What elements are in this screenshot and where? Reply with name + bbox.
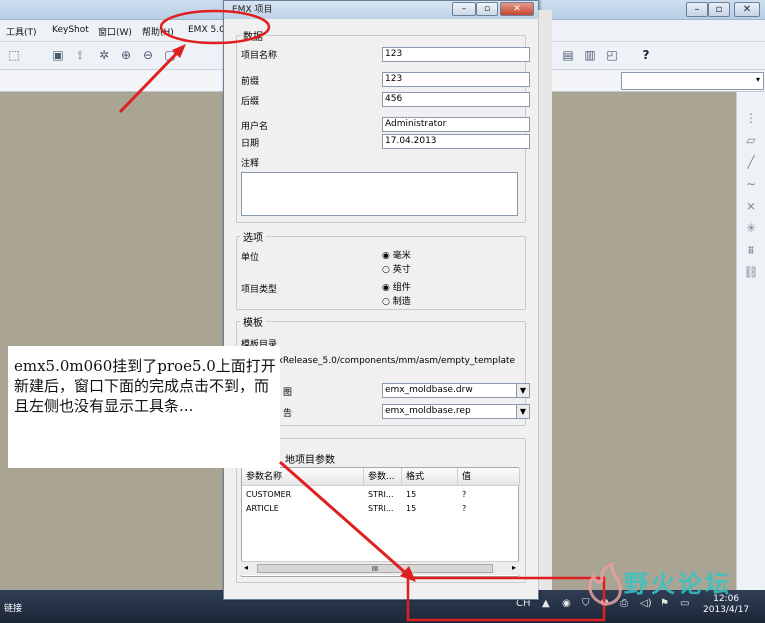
param-type-cell: STRI... bbox=[368, 504, 394, 513]
radio-checked-icon: ◉ bbox=[382, 251, 393, 261]
security-icon[interactable]: ◉ bbox=[562, 598, 571, 609]
dialog-close-button[interactable]: ✕ bbox=[500, 2, 534, 16]
layer-icon[interactable]: ▤ bbox=[560, 47, 576, 63]
close-button[interactable]: ✕ bbox=[734, 2, 760, 17]
suffix-field[interactable]: 456 bbox=[382, 92, 530, 107]
annotation-note: emx5.0m060挂到了proe5.0上面打开新建后，窗口下面的完成点击不到，… bbox=[8, 346, 280, 468]
template-group-label: 模板 bbox=[240, 314, 266, 329]
saved-view-icon[interactable]: ◰ bbox=[604, 47, 620, 63]
column-header[interactable]: 参数名称 bbox=[242, 468, 364, 486]
watermark: 野火论坛 bbox=[580, 556, 760, 616]
type-manufacturing-radio[interactable]: ○ 制造 bbox=[382, 294, 411, 307]
datum-axis-icon[interactable]: ╱ bbox=[743, 154, 759, 170]
radio-unchecked-icon: ○ bbox=[382, 297, 393, 307]
zoom-out-icon[interactable]: ⊖ bbox=[140, 47, 156, 63]
radio-unchecked-icon: ○ bbox=[382, 265, 393, 275]
minimize-button[interactable]: – bbox=[686, 2, 708, 17]
dialog-maximize-button[interactable]: ▫ bbox=[476, 2, 498, 16]
datum-curve-icon[interactable]: ∼ bbox=[743, 176, 759, 192]
flame-logo-icon bbox=[588, 561, 622, 606]
datum-plane-icon[interactable]: ▱ bbox=[743, 132, 759, 148]
param-format-cell: 15 bbox=[406, 490, 417, 499]
project-name-field[interactable]: 123 bbox=[382, 47, 530, 62]
options-group: 选项 单位 ◉ 毫米 ○ 英寸 项目类型 ◉ 组件 ○ 制造 bbox=[236, 229, 526, 310]
analysis-icon[interactable]: ⩩ bbox=[743, 242, 759, 258]
column-header[interactable]: 格式 bbox=[402, 468, 458, 486]
filter-dropdown[interactable]: ▾ bbox=[621, 72, 764, 90]
menu-window[interactable]: 窗口(W) bbox=[98, 25, 132, 38]
view-manager-icon[interactable]: ▥ bbox=[582, 47, 598, 63]
prefix-label: 前缀 bbox=[241, 77, 260, 87]
chevron-down-icon: ▼ bbox=[516, 384, 529, 397]
comment-textarea[interactable] bbox=[241, 172, 518, 216]
scroll-right-icon[interactable]: ▸ bbox=[512, 563, 516, 572]
project-name-label: 项目名称 bbox=[241, 51, 278, 61]
select-box-icon[interactable]: ⬚ bbox=[6, 47, 22, 63]
data-group: 数据 项目名称 123 前缀 123 后缀 456 用户名 Administra… bbox=[236, 28, 530, 223]
unit-label: 单位 bbox=[241, 253, 260, 263]
report-template-label: 告 bbox=[283, 409, 293, 419]
scroll-thumb[interactable]: III bbox=[257, 564, 493, 573]
sketch-icon[interactable]: ▣ bbox=[50, 47, 66, 63]
unit-mm-radio[interactable]: ◉ 毫米 bbox=[382, 248, 411, 261]
local-params-label: 地项目参数 bbox=[285, 455, 335, 466]
username-field[interactable]: Administrator bbox=[382, 117, 530, 132]
unit-inch-radio[interactable]: ○ 英寸 bbox=[382, 262, 411, 275]
dialog-title: EMX 项目 bbox=[232, 5, 273, 15]
param-name-cell: ARTICLE bbox=[246, 504, 279, 513]
menu-help[interactable]: 帮助(H) bbox=[142, 25, 174, 38]
date-field[interactable]: 17.04.2013 bbox=[382, 134, 530, 149]
drawing-template-select[interactable]: emx_moldbase.drw ▼ bbox=[382, 383, 530, 398]
template-dir-path: 060\emxRelease_5.0/components/mm/asm/emp… bbox=[243, 356, 516, 366]
type-assembly-radio[interactable]: ◉ 组件 bbox=[382, 280, 411, 293]
watermark-text: 野火论坛 bbox=[624, 570, 732, 598]
datum-point-cross-icon[interactable]: ⨯ bbox=[743, 198, 759, 214]
emx-project-dialog: EMX 项目 – ▫ ✕ 数据 项目名称 123 前缀 123 后缀 456 用… bbox=[223, 0, 539, 600]
context-help-icon[interactable]: ? bbox=[638, 47, 654, 63]
drawing-template-label: 图 bbox=[283, 388, 293, 398]
column-header[interactable]: 值 bbox=[458, 468, 520, 486]
date-label: 日期 bbox=[241, 139, 260, 149]
param-name-cell: CUSTOMER bbox=[246, 490, 292, 499]
refit-icon[interactable]: ▢ bbox=[162, 47, 178, 63]
menu-keyshot[interactable]: KeyShot bbox=[52, 25, 89, 35]
zoom-in-icon[interactable]: ⊕ bbox=[118, 47, 134, 63]
param-format-cell: 15 bbox=[406, 504, 417, 513]
right-toolbar: ⋮ ▱ ╱ ∼ ⨯ ✳ ⩩ ⛓ bbox=[736, 92, 765, 590]
datum-point-icon[interactable]: ⋮ bbox=[743, 110, 759, 126]
chain-icon[interactable]: ⛓ bbox=[743, 264, 759, 280]
dialog-minimize-button[interactable]: – bbox=[452, 2, 476, 16]
chevron-down-icon: ▾ bbox=[755, 75, 760, 84]
column-header[interactable]: 参数... bbox=[364, 468, 402, 486]
param-value-cell: ? bbox=[462, 490, 467, 499]
report-template-select[interactable]: emx_moldbase.rep ▼ bbox=[382, 404, 530, 419]
menu-tools[interactable]: 工具(T) bbox=[6, 25, 37, 38]
chevron-down-icon: ▼ bbox=[516, 405, 529, 418]
status-text: 链接 bbox=[4, 604, 23, 614]
network-icon[interactable]: ▲ bbox=[542, 598, 550, 609]
dialog-titlebar: EMX 项目 – ▫ ✕ bbox=[224, 1, 538, 19]
options-group-label: 选项 bbox=[240, 229, 266, 244]
project-type-label: 项目类型 bbox=[241, 285, 278, 295]
coordinate-system-icon[interactable]: ✳ bbox=[743, 220, 759, 236]
param-value-cell: ? bbox=[462, 504, 467, 513]
param-type-cell: STRI... bbox=[368, 490, 394, 499]
connect-icon[interactable]: ⟟ bbox=[72, 47, 88, 63]
dialog-vscrollbar[interactable] bbox=[538, 10, 552, 590]
menu-emx[interactable]: EMX 5.0 bbox=[188, 25, 225, 35]
suffix-label: 后缀 bbox=[241, 97, 260, 107]
maximize-button[interactable]: ▫ bbox=[708, 2, 730, 17]
comment-label: 注释 bbox=[241, 159, 260, 169]
radio-checked-icon: ◉ bbox=[382, 283, 393, 293]
scroll-left-icon[interactable]: ◂ bbox=[244, 563, 248, 572]
data-group-label: 数据 bbox=[240, 28, 266, 43]
spin-icon[interactable]: ✲ bbox=[96, 47, 112, 63]
prefix-field[interactable]: 123 bbox=[382, 72, 530, 87]
username-label: 用户名 bbox=[241, 122, 269, 132]
table-hscrollbar[interactable]: ◂ III ▸ bbox=[241, 561, 519, 575]
